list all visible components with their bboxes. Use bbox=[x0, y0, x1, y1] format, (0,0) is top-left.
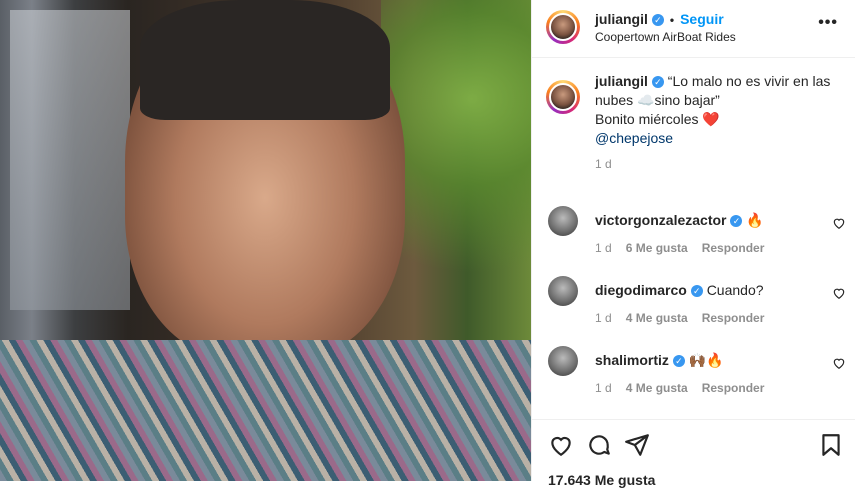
author-line: juliangil ✓ • Seguir bbox=[595, 11, 724, 27]
comment-meta: 1 d 4 Me gusta Responder bbox=[595, 381, 778, 395]
caption-username[interactable]: juliangil bbox=[595, 73, 648, 89]
verified-icon: ✓ bbox=[651, 76, 664, 88]
photo-scarf bbox=[0, 340, 531, 481]
heart-icon[interactable] bbox=[832, 356, 846, 370]
comment-time[interactable]: 1 d bbox=[595, 241, 612, 255]
comment-likes[interactable]: 4 Me gusta bbox=[626, 311, 688, 325]
post-location[interactable]: Coopertown AirBoat Rides bbox=[595, 30, 736, 44]
commenter-avatar[interactable] bbox=[548, 276, 578, 306]
comment-time[interactable]: 1 d bbox=[595, 311, 612, 325]
comment-line: shalimortiz ✓ 🙌🏾🔥 bbox=[595, 352, 724, 369]
comment-icon[interactable] bbox=[586, 432, 612, 458]
heart-icon[interactable] bbox=[832, 216, 846, 230]
reply-button[interactable]: Responder bbox=[702, 381, 765, 395]
reply-button[interactable]: Responder bbox=[702, 311, 765, 325]
more-icon[interactable]: ••• bbox=[818, 14, 838, 32]
comment-text: 🔥 bbox=[746, 212, 764, 228]
comment-line: victorgonzalezactor ✓ 🔥 bbox=[595, 212, 764, 229]
share-icon[interactable] bbox=[624, 432, 650, 458]
separator-dot: • bbox=[669, 13, 675, 27]
follow-button[interactable]: Seguir bbox=[680, 11, 724, 27]
author-avatar[interactable] bbox=[546, 10, 580, 44]
bookmark-icon[interactable] bbox=[818, 432, 844, 458]
comment-text: 🙌🏾🔥 bbox=[688, 352, 724, 368]
post-side-panel: juliangil ✓ • Seguir Coopertown AirBoat Rid… bbox=[531, 0, 855, 488]
verified-icon: ✓ bbox=[651, 14, 664, 26]
caption-text: juliangil ✓ “Lo malo no es vivir en las n… bbox=[595, 72, 840, 148]
verified-icon: ✓ bbox=[690, 285, 703, 297]
photo-hair bbox=[140, 0, 390, 120]
comment-username[interactable]: shalimortiz bbox=[595, 352, 669, 368]
verified-icon: ✓ bbox=[672, 355, 685, 367]
comment-line: diegodimarco ✓ Cuando? bbox=[595, 282, 764, 298]
commenter-avatar[interactable] bbox=[548, 346, 578, 376]
comment-likes[interactable]: 4 Me gusta bbox=[626, 381, 688, 395]
reply-button[interactable]: Responder bbox=[702, 241, 765, 255]
post-header: juliangil ✓ • Seguir Coopertown AirBoat Rid… bbox=[532, 0, 855, 58]
verified-icon: ✓ bbox=[730, 215, 743, 227]
caption-line2: Bonito miércoles ❤️ bbox=[595, 111, 720, 127]
heart-icon[interactable] bbox=[548, 432, 574, 458]
author-username[interactable]: juliangil bbox=[595, 11, 648, 27]
likes-count[interactable]: 17.643 Me gusta bbox=[548, 472, 655, 488]
comment-meta: 1 d 4 Me gusta Responder bbox=[595, 311, 778, 325]
caption-avatar[interactable] bbox=[546, 80, 580, 114]
comment-text: Cuando? bbox=[706, 282, 764, 298]
caption-mention[interactable]: @chepejose bbox=[595, 130, 673, 146]
comment-likes[interactable]: 6 Me gusta bbox=[626, 241, 688, 255]
heart-icon[interactable] bbox=[832, 286, 846, 300]
caption-time[interactable]: 1 d bbox=[595, 157, 855, 171]
comment-meta: 1 d 6 Me gusta Responder bbox=[595, 241, 778, 255]
post-photo[interactable] bbox=[0, 0, 531, 481]
comment-time[interactable]: 1 d bbox=[595, 381, 612, 395]
comment-username[interactable]: victorgonzalezactor bbox=[595, 212, 726, 228]
post-caption: juliangil ✓ “Lo malo no es vivir en las n… bbox=[532, 72, 855, 171]
action-bar: 17.643 Me gusta bbox=[532, 419, 855, 488]
photo-window-bg bbox=[10, 10, 130, 310]
commenter-avatar[interactable] bbox=[548, 206, 578, 236]
comment-username[interactable]: diegodimarco bbox=[595, 282, 687, 298]
